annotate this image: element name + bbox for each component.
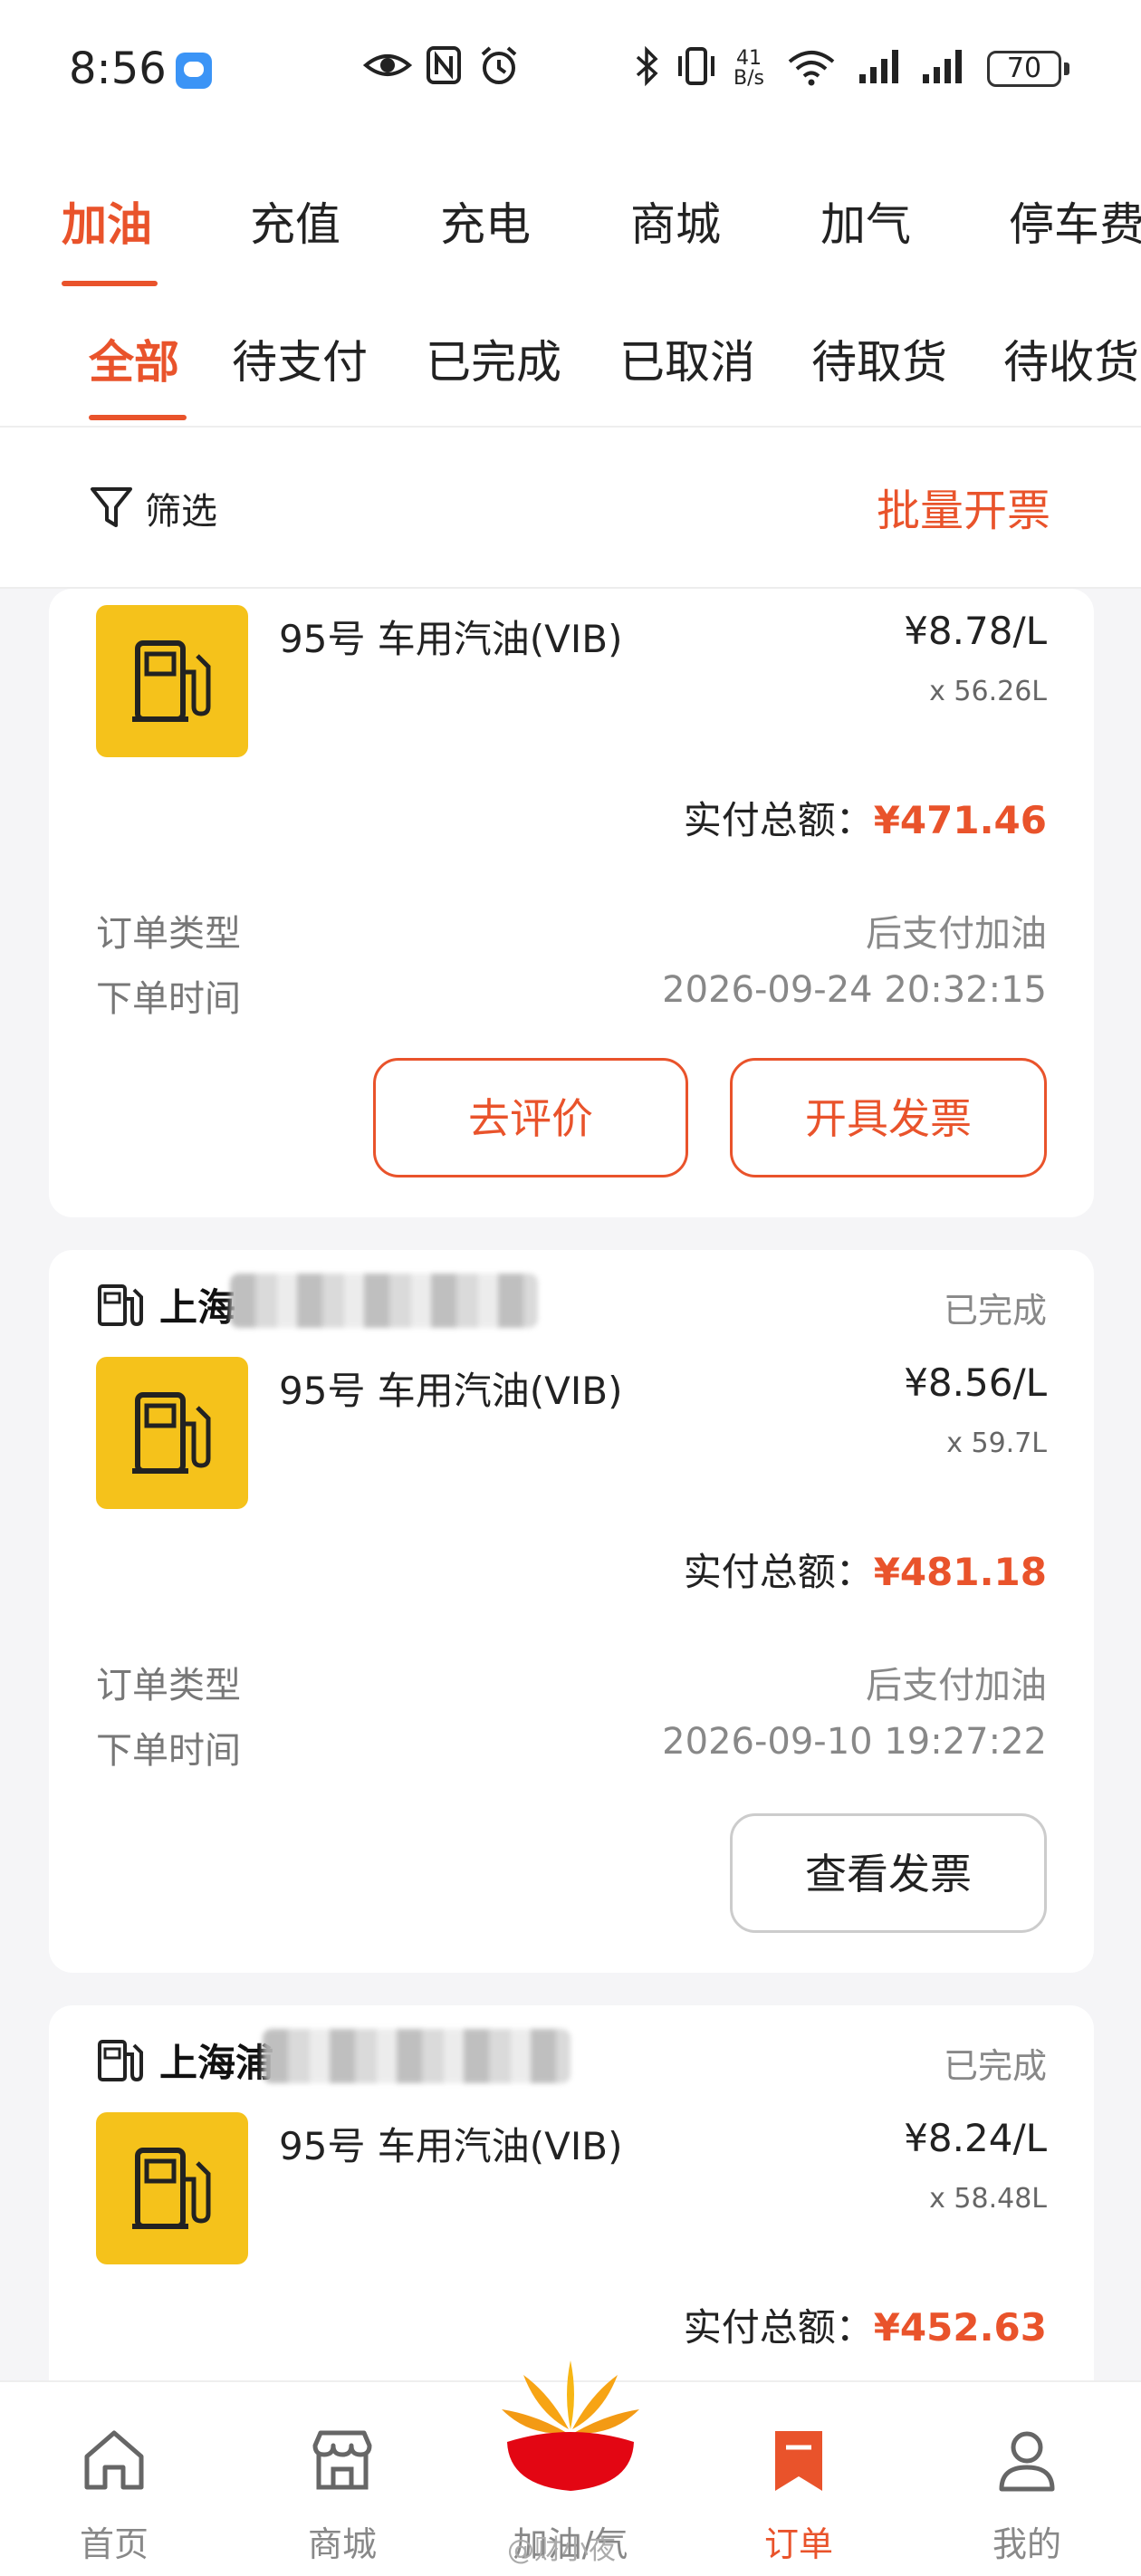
gas-station-icon bbox=[98, 2040, 143, 2082]
nav-profile-label: 我的 bbox=[992, 2524, 1061, 2564]
status-tabs: 全部 待支付 已完成 已取消 待取货 待收货 bbox=[0, 290, 1141, 428]
bluetooth-icon bbox=[636, 45, 658, 87]
order-time-value: 2026-09-24 20:32:15 bbox=[662, 969, 1047, 1011]
redacted-mask bbox=[263, 2029, 570, 2083]
fuel-product-icon bbox=[96, 605, 248, 757]
nav-profile[interactable]: 我的 bbox=[945, 2382, 1108, 2576]
order-card[interactable]: 95号 车用汽油(VIB) ¥8.78/L x 56.26L 实付总额：¥471… bbox=[49, 589, 1094, 1217]
total-label: 实付总额： bbox=[683, 1550, 874, 1594]
store-icon bbox=[312, 2430, 372, 2490]
tab-charging[interactable]: 充电 bbox=[440, 188, 531, 254]
fuel-pump-icon bbox=[132, 640, 211, 722]
vibrate-icon bbox=[678, 47, 714, 85]
status-tab-pending-payment[interactable]: 待支付 bbox=[232, 326, 368, 391]
product-name: 95号 车用汽油(VIB) bbox=[279, 1369, 623, 1413]
unit-price: ¥8.56/L bbox=[904, 1360, 1047, 1405]
orders-page: 8:56 41 B/s 70 加油 充值 充电 商城 加气 停车费 全部 待支付… bbox=[0, 0, 1141, 2576]
station-name: 上海浦 bbox=[159, 2041, 274, 2085]
net-speed-unit: B/s bbox=[734, 67, 764, 90]
total-row: 实付总额：¥452.63 bbox=[684, 2297, 1047, 2352]
signal-icon bbox=[923, 50, 962, 83]
filter-button[interactable]: 筛选 bbox=[145, 482, 217, 534]
filter-bar: 筛选 批量开票 bbox=[0, 428, 1141, 589]
nav-mall[interactable]: 商城 bbox=[261, 2382, 424, 2576]
unit-price: ¥8.24/L bbox=[904, 2116, 1047, 2160]
home-icon bbox=[84, 2430, 144, 2490]
nav-orders[interactable]: 订单 bbox=[717, 2382, 880, 2576]
nav-home[interactable]: 首页 bbox=[33, 2382, 196, 2576]
total-label: 实付总额： bbox=[683, 2305, 874, 2350]
total-row: 实付总额：¥471.46 bbox=[684, 790, 1047, 845]
quantity: x 56.26L bbox=[929, 676, 1047, 707]
watermark: @财小夜 bbox=[507, 2534, 616, 2566]
redacted-mask bbox=[230, 1274, 538, 1328]
signal-icon bbox=[859, 50, 898, 83]
order-type-label: 订单类型 bbox=[96, 1665, 241, 1706]
review-button[interactable]: 去评价 bbox=[373, 1058, 688, 1177]
order-type-value: 后支付加油 bbox=[866, 1665, 1047, 1706]
eye-icon bbox=[362, 54, 413, 76]
nfc-icon bbox=[427, 46, 461, 84]
order-time-label: 下单时间 bbox=[96, 1730, 241, 1772]
status-tab-pending-pickup[interactable]: 待取货 bbox=[811, 326, 947, 391]
bookmark-icon bbox=[775, 2431, 822, 2491]
alarm-icon bbox=[481, 46, 517, 84]
tab-mall[interactable]: 商城 bbox=[630, 188, 721, 254]
active-status-indicator bbox=[89, 415, 187, 420]
net-speed: 41 B/s bbox=[734, 49, 764, 89]
status-time: 8:56 bbox=[69, 43, 167, 94]
status-tab-cancelled[interactable]: 已取消 bbox=[619, 326, 755, 391]
active-tab-indicator bbox=[62, 281, 158, 286]
order-status: 已完成 bbox=[943, 2046, 1047, 2086]
station-name: 上海 bbox=[159, 1285, 236, 1330]
total-label: 实付总额： bbox=[683, 798, 874, 842]
wifi-icon bbox=[788, 51, 835, 86]
order-type-label: 订单类型 bbox=[96, 913, 241, 955]
status-icons: 41 B/s 70 bbox=[362, 45, 1078, 100]
net-speed-value: 41 bbox=[735, 47, 762, 70]
total-amount: ¥471.46 bbox=[873, 798, 1047, 842]
batch-invoice-button[interactable]: 批量开票 bbox=[877, 475, 1050, 538]
filter-icon[interactable] bbox=[89, 484, 134, 531]
fuel-product-icon bbox=[96, 1357, 248, 1509]
message-icon bbox=[176, 53, 212, 89]
tab-recharge[interactable]: 充值 bbox=[250, 188, 340, 254]
status-tab-pending-receipt[interactable]: 待收货 bbox=[1003, 326, 1139, 391]
tab-parking[interactable]: 停车费 bbox=[1009, 188, 1141, 254]
gas-station-icon bbox=[98, 1284, 143, 1327]
unit-price: ¥8.78/L bbox=[904, 609, 1047, 653]
main-tabs: 加油 充值 充电 商城 加气 停车费 bbox=[0, 145, 1141, 290]
order-status: 已完成 bbox=[943, 1291, 1047, 1331]
order-card[interactable]: 上海 已完成 95号 车用汽油(VIB) ¥8.56/L x 59.7L 实付总… bbox=[49, 1250, 1094, 1973]
order-time-label: 下单时间 bbox=[96, 978, 241, 1020]
total-amount: ¥481.18 bbox=[873, 1550, 1047, 1594]
tab-gas[interactable]: 加气 bbox=[820, 188, 911, 254]
status-tab-completed[interactable]: 已完成 bbox=[426, 326, 561, 391]
quantity: x 59.7L bbox=[946, 1427, 1047, 1459]
nav-home-label: 首页 bbox=[79, 2524, 149, 2564]
nav-mall-label: 商城 bbox=[307, 2524, 377, 2564]
user-icon bbox=[999, 2431, 1055, 2492]
status-bar: 8:56 41 B/s 70 bbox=[0, 0, 1141, 145]
tab-refuel[interactable]: 加油 bbox=[62, 188, 152, 254]
issue-invoice-button[interactable]: 开具发票 bbox=[730, 1058, 1047, 1177]
petrochina-logo[interactable] bbox=[496, 2359, 645, 2494]
status-tab-all[interactable]: 全部 bbox=[89, 326, 179, 391]
nav-orders-label: 订单 bbox=[763, 2524, 833, 2564]
quantity: x 58.48L bbox=[929, 2183, 1047, 2215]
view-invoice-button[interactable]: 查看发票 bbox=[730, 1813, 1047, 1933]
total-row: 实付总额：¥481.18 bbox=[684, 1542, 1047, 1597]
total-amount: ¥452.63 bbox=[873, 2305, 1047, 2350]
fuel-pump-icon bbox=[132, 1392, 211, 1474]
fuel-product-icon bbox=[96, 2112, 248, 2264]
fuel-pump-icon bbox=[132, 2148, 211, 2229]
product-name: 95号 车用汽油(VIB) bbox=[279, 2124, 623, 2168]
order-time-value: 2026-09-10 19:27:22 bbox=[662, 1721, 1047, 1763]
order-type-value: 后支付加油 bbox=[866, 913, 1047, 955]
product-name: 95号 车用汽油(VIB) bbox=[279, 617, 623, 661]
battery-icon: 70 bbox=[987, 51, 1069, 87]
